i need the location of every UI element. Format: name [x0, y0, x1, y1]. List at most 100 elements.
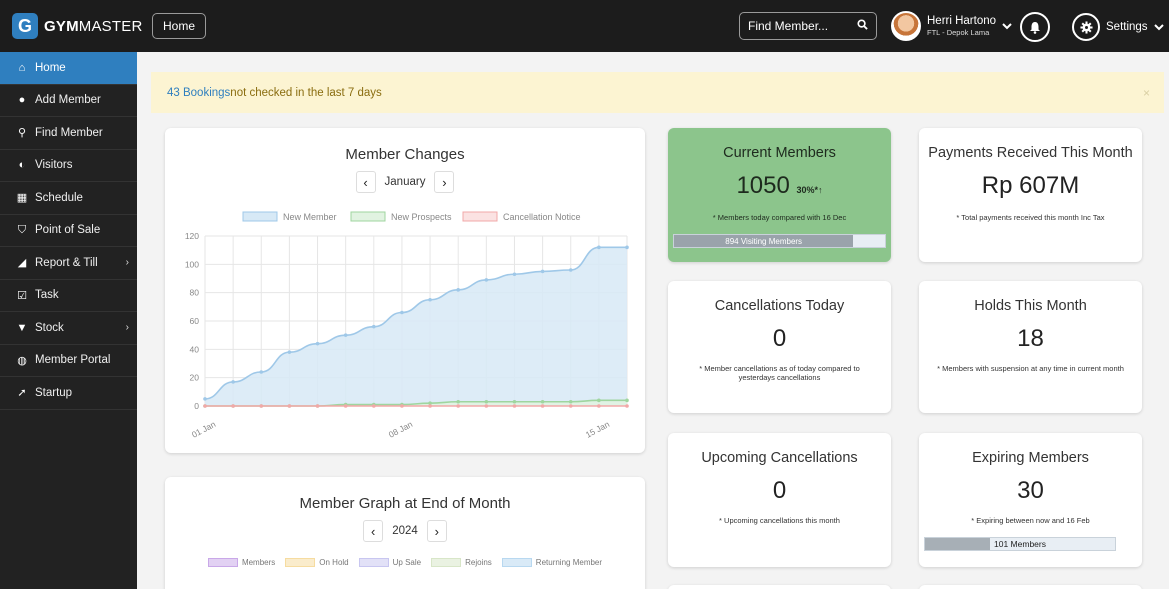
- legend-label: Returning Member: [535, 558, 603, 567]
- current-members-pct: 30%*↑: [796, 185, 823, 195]
- y-tick-label: 60: [190, 316, 200, 326]
- legend-item[interactable]: Up Sale: [358, 558, 421, 567]
- sidebar-item-label: Visitors: [35, 159, 73, 172]
- search-icon[interactable]: [857, 19, 868, 33]
- data-point: [315, 404, 320, 408]
- chevron-down-icon[interactable]: [1153, 20, 1164, 34]
- x-tick-label: 08 Jan: [387, 419, 414, 440]
- legend-swatch: [501, 558, 532, 567]
- sidebar-item-label: Find Member: [35, 126, 103, 139]
- upcoming-cancellations-card[interactable]: Upcoming Cancellations 0 * Upcoming canc…: [668, 433, 891, 567]
- data-point: [540, 399, 545, 404]
- sidebar-item-task[interactable]: ☑ Task: [0, 280, 137, 312]
- next-year-button[interactable]: ›: [426, 520, 447, 542]
- y-tick-label: 120: [185, 231, 199, 241]
- payments-card[interactable]: Payments Received This Month Rp 607M * T…: [919, 128, 1142, 262]
- sidebar-item-member-portal[interactable]: ◍ Member Portal: [0, 345, 137, 377]
- shirt-icon: ▼: [16, 321, 28, 334]
- member-graph-nav: ‹ 2024 ›: [165, 520, 645, 542]
- bookings-count-link[interactable]: 43 Bookings: [167, 87, 230, 99]
- sidebar-item-point-of-sale[interactable]: ⛉ Point of Sale: [0, 215, 137, 247]
- payments-note: * Total payments received this month Inc…: [956, 213, 1105, 222]
- data-point: [568, 399, 573, 404]
- gear-icon[interactable]: [1072, 13, 1100, 41]
- partial-card: [919, 585, 1142, 589]
- data-point: [203, 397, 207, 401]
- current-members-count: 1050: [736, 172, 790, 199]
- top-bar: G GYMMASTER Home Herri Hartono FTL - Dep…: [0, 0, 1169, 52]
- rocket-icon: ➚: [17, 387, 27, 400]
- user-menu[interactable]: Herri Hartono FTL - Depok Lama: [891, 10, 1012, 42]
- legend-swatch: [242, 211, 278, 222]
- bell-icon[interactable]: [1020, 12, 1050, 42]
- settings-label: Settings: [1106, 21, 1148, 33]
- upcoming-title: Upcoming Cancellations: [701, 450, 858, 466]
- sidebar-item-schedule[interactable]: ▦ Schedule: [0, 182, 137, 215]
- payments-title: Payments Received This Month: [928, 145, 1133, 161]
- data-point: [372, 404, 376, 408]
- legend-item[interactable]: Members: [207, 558, 275, 567]
- chevron-right-icon: ›: [125, 257, 129, 269]
- data-point: [456, 404, 461, 408]
- legend-label: New Member: [283, 212, 337, 222]
- data-point: [540, 404, 545, 408]
- data-point: [287, 350, 292, 354]
- current-members-title: Current Members: [723, 145, 836, 161]
- prev-year-button[interactable]: ‹: [363, 520, 384, 542]
- visiting-members-bar-fill: 894 Visiting Members: [674, 235, 854, 247]
- close-icon[interactable]: ×: [1143, 86, 1150, 100]
- sidebar-item-stock[interactable]: ▼ Stock ›: [0, 312, 137, 345]
- find-member-box[interactable]: [739, 12, 877, 40]
- settings-menu[interactable]: Settings: [1072, 12, 1164, 42]
- current-members-note: * Members today compared with 16 Dec: [712, 213, 847, 222]
- current-members-card[interactable]: Current Members 1050 30%*↑ * Members tod…: [668, 128, 891, 262]
- legend-label: Cancellation Notice: [503, 212, 581, 222]
- sidebar: ⌂ Home ● Add Member ⚲ Find Member ◐ Visitors ▦ Sc…: [0, 52, 137, 589]
- member-changes-nav: ‹ January ›: [165, 171, 645, 193]
- data-point: [625, 404, 629, 408]
- member-changes-title: Member Changes: [345, 146, 465, 163]
- chevron-down-icon[interactable]: [1002, 19, 1012, 33]
- sidebar-item-find-member[interactable]: ⚲ Find Member: [0, 117, 137, 150]
- legend-swatch: [462, 211, 498, 222]
- calendar-icon: ▦: [16, 192, 28, 205]
- expiring-value: 30: [1017, 477, 1044, 504]
- next-month-button[interactable]: ›: [434, 171, 455, 193]
- legend-item[interactable]: Returning Member: [501, 558, 603, 567]
- cancellations-today-card[interactable]: Cancellations Today 0 * Member cancellat…: [668, 281, 891, 413]
- sidebar-item-visitors[interactable]: ◐ Visitors: [0, 150, 137, 182]
- data-point: [484, 404, 489, 408]
- data-point: [456, 399, 461, 404]
- prev-month-button[interactable]: ‹: [355, 171, 376, 193]
- payments-value: Rp 607M: [981, 172, 1080, 199]
- legend-item[interactable]: On Hold: [285, 558, 349, 567]
- data-point: [315, 341, 320, 346]
- sidebar-item-label: Stock: [35, 321, 64, 334]
- expiring-members-card[interactable]: Expiring Members 30 * Expiring between n…: [919, 433, 1142, 567]
- visiting-members-label: 894 Visiting Members: [725, 236, 803, 246]
- find-member-input[interactable]: [748, 19, 848, 33]
- sidebar-item-report-till[interactable]: ◢ Report & Till ›: [0, 247, 137, 280]
- cancellations-today-title: Cancellations Today: [714, 298, 845, 314]
- sidebar-item-label: Member Portal: [35, 354, 111, 367]
- legend-swatch: [350, 211, 386, 222]
- holds-card[interactable]: Holds This Month 18 * Members with suspe…: [919, 281, 1142, 413]
- visiting-members-bar: 894 Visiting Members: [673, 234, 886, 248]
- chevron-right-icon: ›: [125, 322, 129, 334]
- home-breadcrumb-button[interactable]: Home: [152, 13, 206, 39]
- gymmaster-logo[interactable]: G GYMMASTER: [12, 9, 143, 43]
- user-icon: ●: [18, 94, 26, 107]
- upcoming-value: 0: [772, 477, 787, 504]
- member-graph-legend: Members On Hold Up Sale Rejoins Returning Me…: [165, 558, 645, 567]
- sidebar-item-add-member[interactable]: ● Add Member: [0, 85, 137, 117]
- avatar[interactable]: [891, 11, 921, 41]
- sidebar-item-label: Add Member: [35, 94, 101, 107]
- legend-item[interactable]: Rejoins: [431, 558, 492, 567]
- sidebar-item-startup[interactable]: ➚ Startup: [0, 377, 137, 410]
- year-label: 2024: [392, 525, 418, 537]
- data-point: [625, 398, 629, 403]
- sidebar-item-home[interactable]: ⌂ Home: [0, 52, 137, 85]
- legend-label: New Prospects: [391, 212, 452, 222]
- data-point: [343, 333, 348, 337]
- legend-swatch: [285, 558, 316, 567]
